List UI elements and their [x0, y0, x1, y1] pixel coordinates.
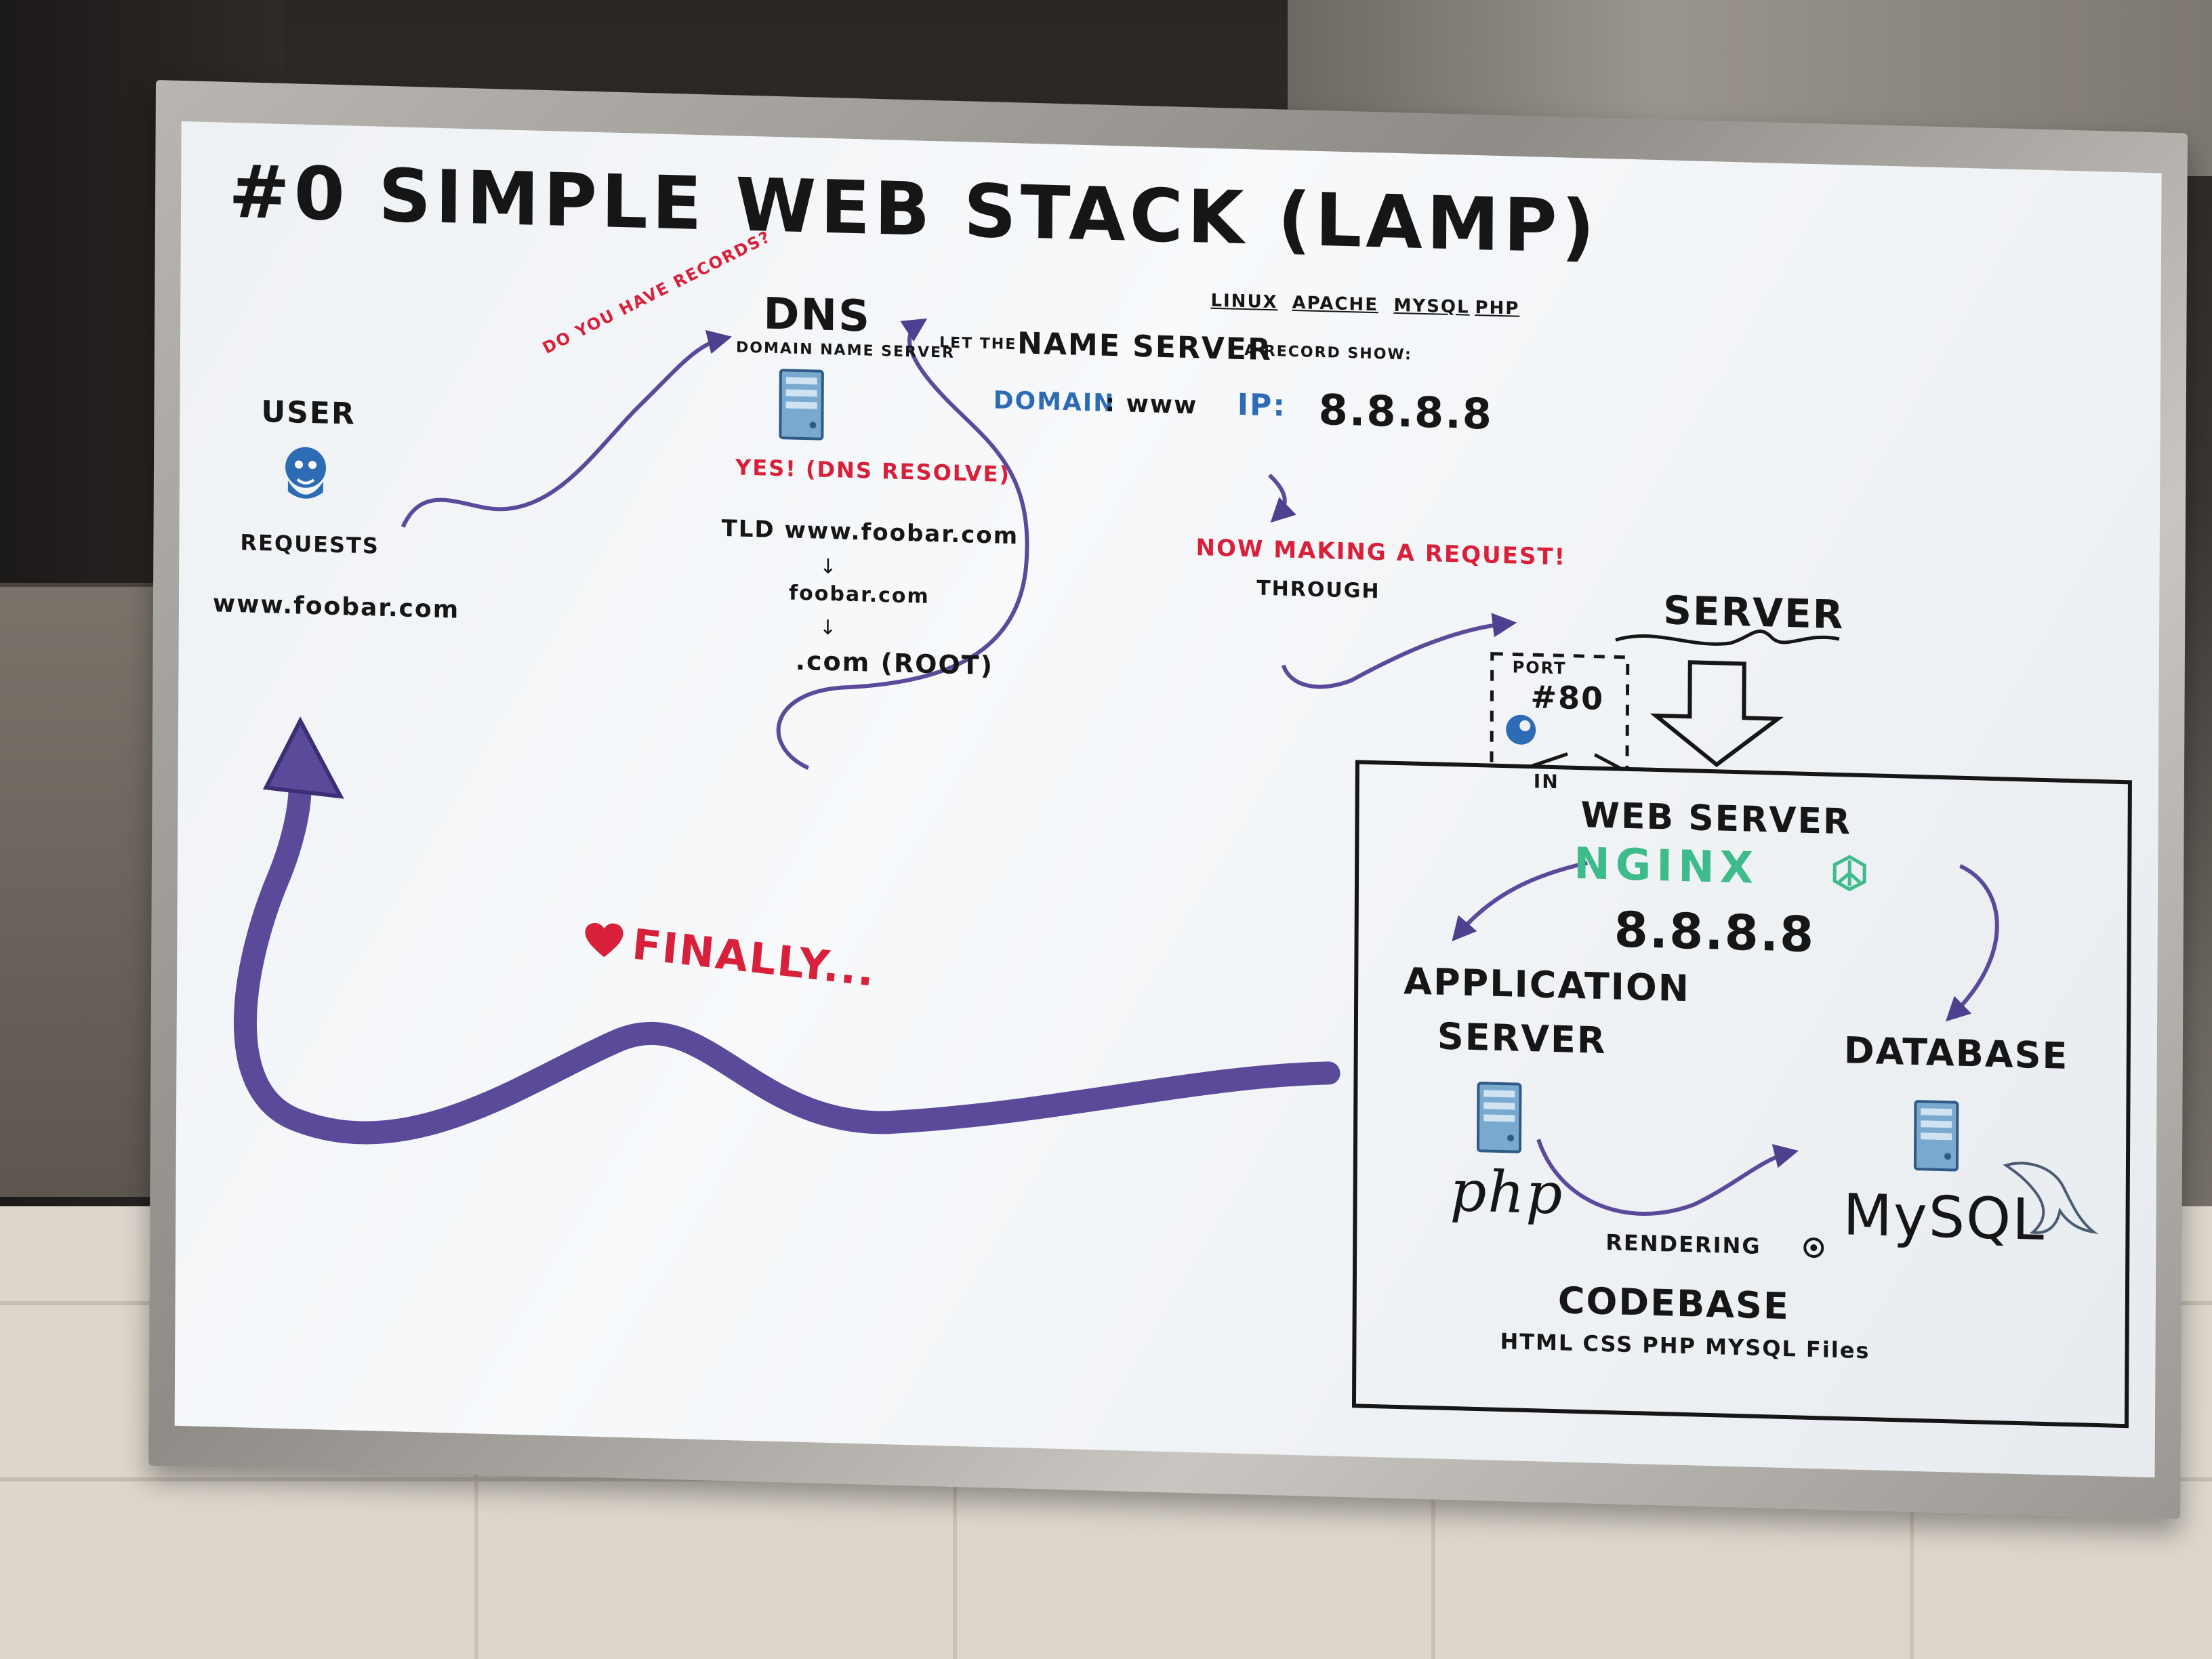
- whiteboard-frame: #0 SIMPLE WEB STACK (LAMP) LINUX APACHE …: [148, 80, 2188, 1519]
- heart-icon: [583, 922, 624, 960]
- record-intro-name: NAME SERVER: [1017, 326, 1272, 368]
- app-server-line2: SERVER: [1437, 1015, 1607, 1063]
- database-label: DATABASE: [1843, 1029, 2069, 1078]
- user-requests-label: REQUESTS: [240, 529, 380, 559]
- record-domain-value: : www: [1105, 389, 1198, 420]
- dolphin-icon: [1999, 1151, 2101, 1242]
- whiteboard: #0 SIMPLE WEB STACK (LAMP) LINUX APACHE …: [174, 121, 2162, 1478]
- lamp-mysql: MYSQL: [1393, 295, 1470, 318]
- nginx-label: NGINX: [1574, 838, 1759, 894]
- web-server-label: WEB SERVER: [1580, 795, 1852, 843]
- cloud-icon: [1503, 712, 1538, 747]
- peace-icon: [1831, 855, 1868, 892]
- app-server-icon: [1474, 1080, 1525, 1156]
- port-label: PORT: [1512, 657, 1567, 678]
- dns-step2: foobar.com: [789, 581, 930, 609]
- record-ip-value: 8.8.8.8: [1318, 384, 1494, 439]
- photo-scene: #0 SIMPLE WEB STACK (LAMP) LINUX APACHE …: [0, 0, 2212, 1659]
- port-number: #80: [1530, 678, 1605, 717]
- lamp-apache: APACHE: [1292, 292, 1379, 316]
- dns-server-icon: [776, 367, 827, 443]
- database-server-icon: [1911, 1099, 1962, 1174]
- server-down-arrow: [1650, 660, 1784, 768]
- user-label: USER: [261, 394, 356, 432]
- arrow-through-to-port: [1281, 613, 1517, 689]
- app-server-line1: APPLICATION: [1404, 960, 1691, 1010]
- arrow-user-to-dns: [401, 330, 733, 528]
- lamp-php: PHP: [1475, 297, 1520, 319]
- rendering-label: RENDERING: [1605, 1229, 1761, 1260]
- php-label: php: [1450, 1158, 1564, 1227]
- arrow-php-to-mysql: [1536, 1139, 1799, 1216]
- web-server-ip: 8.8.8.8: [1614, 901, 1816, 964]
- dns-arrow-1: ↓: [819, 554, 838, 579]
- arrow-finally-head: [262, 716, 344, 799]
- lamp-linux: LINUX: [1210, 290, 1278, 313]
- request-through: THROUGH: [1256, 576, 1380, 604]
- server-label: SERVER: [1663, 587, 1845, 638]
- user-avatar-icon: [281, 443, 330, 506]
- port-in-label: IN: [1533, 770, 1559, 794]
- record-domain-label: DOMAIN: [993, 386, 1115, 418]
- record-ip-label: IP:: [1237, 387, 1287, 424]
- arrow-web-to-app: [1452, 861, 1588, 942]
- arrow-web-to-db: [1945, 863, 1999, 1022]
- record-intro-pre: LET THE: [939, 334, 1017, 354]
- arrow-ip-down: [1268, 473, 1296, 523]
- gear-icon: [1802, 1236, 1825, 1260]
- dns-label: DNS: [763, 289, 872, 342]
- codebase-label: CODEBASE: [1557, 1279, 1790, 1328]
- dns-root: .com (ROOT): [795, 645, 994, 681]
- drawing-strokes: [234, 318, 2132, 1429]
- dns-arrow-2: ↓: [819, 615, 838, 640]
